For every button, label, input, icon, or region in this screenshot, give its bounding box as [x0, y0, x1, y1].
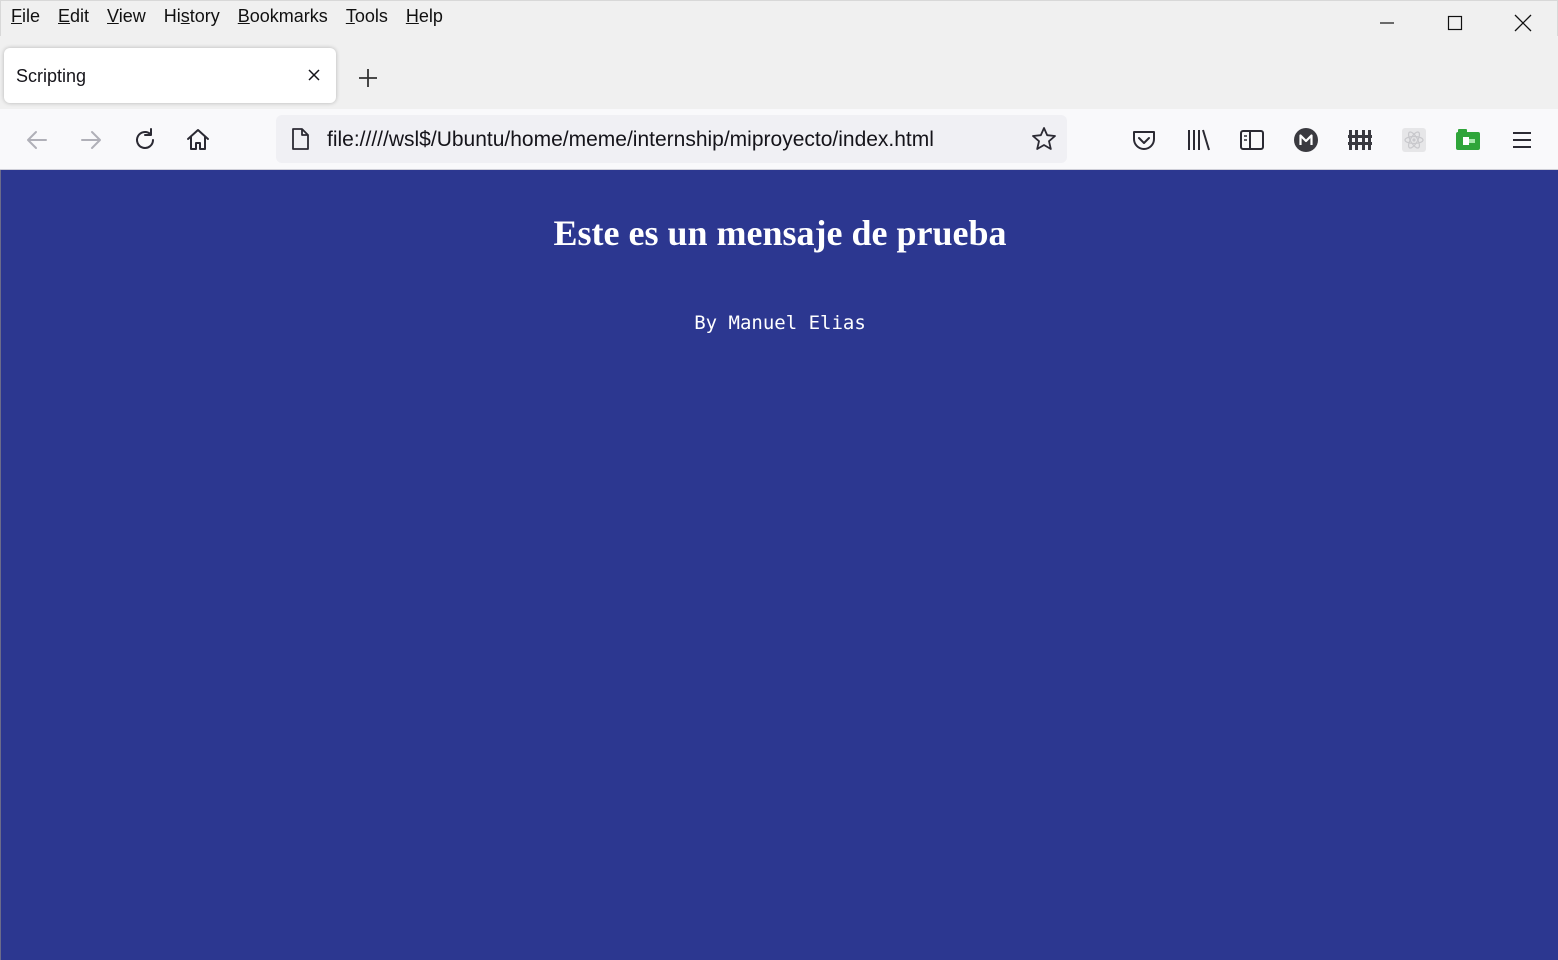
menu-bar: File Edit View History Bookmarks Tools H… — [0, 0, 1558, 36]
maximize-icon — [1447, 15, 1463, 31]
forward-arrow-icon[interactable] — [78, 127, 104, 153]
back-arrow-icon[interactable] — [24, 127, 50, 153]
tab-title: Scripting — [16, 66, 87, 86]
menu-file[interactable]: File — [11, 5, 40, 27]
navigation-toolbar: file://///wsl$/Ubuntu/home/meme/internsh… — [0, 109, 1558, 170]
menu-edit[interactable]: Edit — [58, 5, 89, 27]
menu-history[interactable]: History — [164, 5, 220, 27]
menu-help[interactable]: Help — [406, 5, 443, 27]
sidebar-icon[interactable] — [1239, 127, 1265, 153]
url-bar[interactable]: file://///wsl$/Ubuntu/home/meme/internsh… — [276, 115, 1067, 163]
green-extension-icon[interactable] — [1455, 127, 1481, 153]
menu-tools[interactable]: Tools — [346, 5, 388, 27]
tab-strip: Scripting — [0, 36, 1558, 109]
menu-view[interactable]: View — [107, 5, 146, 27]
home-icon[interactable] — [185, 127, 211, 153]
new-tab-icon[interactable] — [356, 66, 380, 90]
account-m-icon[interactable] — [1293, 127, 1319, 153]
library-icon[interactable] — [1185, 127, 1211, 153]
page-content: Este es un mensaje de prueba By Manuel E… — [0, 170, 1558, 960]
menu-bookmarks[interactable]: Bookmarks — [238, 5, 328, 27]
page-heading: Este es un mensaje de prueba — [553, 213, 1007, 253]
tab-close-icon[interactable] — [306, 67, 322, 83]
react-extension-icon[interactable] — [1401, 127, 1427, 153]
hamburger-menu-icon[interactable] — [1509, 127, 1535, 153]
page-author: By Manuel Elias — [694, 312, 866, 334]
menu-items: File Edit View History Bookmarks Tools H… — [11, 5, 461, 27]
close-icon — [1514, 14, 1532, 32]
bookmark-star-icon[interactable] — [1031, 126, 1057, 152]
pocket-icon[interactable] — [1131, 127, 1157, 153]
tab-scripting[interactable]: Scripting — [4, 48, 336, 103]
reload-icon[interactable] — [132, 127, 158, 153]
page-icon — [292, 128, 309, 150]
url-text[interactable]: file://///wsl$/Ubuntu/home/meme/internsh… — [327, 128, 934, 152]
fence-extension-icon[interactable] — [1347, 127, 1373, 153]
minimize-icon — [1380, 22, 1394, 24]
